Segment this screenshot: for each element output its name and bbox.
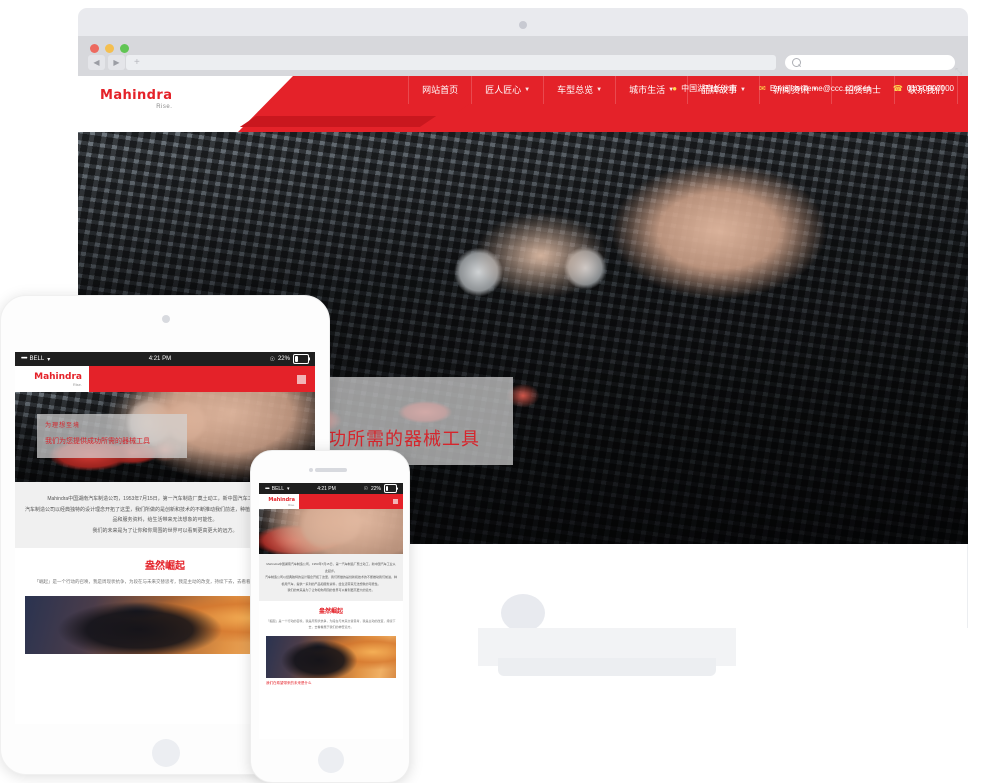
laptop-stand-foot	[498, 658, 716, 676]
new-tab-button[interactable]: +	[134, 56, 140, 69]
battery-icon	[292, 354, 309, 364]
battery-percent: 22%	[370, 485, 381, 492]
resize-handle-icon[interactable]: ⤡	[955, 66, 964, 76]
nav-label: 新闻资讯	[773, 85, 810, 95]
nav-item-city-life[interactable]: 城市生活 ▼	[615, 76, 687, 104]
tablet-hero-caption-box: 为理想至境 我们为您提供成功所需的器械工具	[37, 414, 187, 458]
hamburger-menu-icon[interactable]	[297, 375, 306, 384]
maximize-window-button[interactable]	[120, 44, 129, 53]
nav-item-careers[interactable]: 招贤纳士	[830, 76, 894, 104]
phone-caption: 我们在希望带来的未来是什么	[266, 680, 312, 685]
carrier-label: BELL	[29, 356, 45, 362]
chevron-down-icon: ▼	[668, 87, 675, 93]
nav-label: 匠人匠心	[485, 85, 522, 95]
logo-wordmark: Mahindra	[100, 88, 173, 103]
back-button[interactable]: ◀	[88, 55, 105, 70]
logo-tagline: Rise.	[156, 104, 173, 110]
phone-status-bar: ••••• BELL ▾ 4:21 PM ☉ 22%	[259, 483, 403, 494]
phone-home-button[interactable]	[318, 747, 344, 773]
battery-icon	[383, 484, 397, 493]
tablet-camera-icon	[162, 315, 170, 323]
phone-logo[interactable]: Mahindra Rise.	[259, 494, 299, 509]
close-window-button[interactable]	[90, 44, 99, 53]
wifi-icon: ▾	[47, 356, 51, 363]
search-icon	[792, 58, 801, 67]
nav-item-models[interactable]: 车型总览 ▼	[543, 76, 615, 104]
chevron-down-icon: ▼	[524, 87, 531, 93]
nav-label: 联系我们	[907, 85, 944, 95]
phone-intro-p3: 我们的未来是为了让你和你周围的世界可以看到更高更大的远方。	[287, 588, 375, 593]
status-right: ☉ 22%	[363, 484, 397, 493]
browser-tab-strip[interactable]: +	[126, 55, 776, 70]
minimize-window-button[interactable]	[105, 44, 114, 53]
chevron-down-icon: ▼	[812, 87, 818, 93]
status-left: ••••• BELL ▾	[265, 486, 290, 492]
swoosh-accent-2-icon	[239, 116, 437, 127]
nav-label: 城市生活	[629, 85, 666, 95]
browser-chrome: ◀ ▶ + ⤡	[78, 36, 968, 76]
nav-item-home[interactable]: 网站首页	[408, 76, 471, 104]
logo-tagline: Rise.	[288, 502, 295, 507]
tablet-home-button[interactable]	[152, 739, 180, 767]
phone-intro-p2: 汽车制造公司以经典独特的设计理念开拓了这里，我们所做的是创新和技术的不断推动我们…	[265, 575, 398, 586]
nav-label: 招贤纳士	[844, 85, 881, 95]
tablet-hero-caption-line1: 为理想至境	[45, 423, 81, 429]
phone-intro-p1: Mahindra中国湖南汽车制造公司，1953年7月15日，第一汽车制造厂奠土动…	[266, 562, 396, 573]
status-right: ☉ 22%	[270, 354, 309, 364]
site-logo[interactable]: Mahindra Rise.	[100, 88, 172, 110]
laptop-trackpad[interactable]	[501, 594, 545, 632]
signal-bars-icon: •••••	[265, 485, 270, 492]
status-left: ••••• BELL ▾	[21, 356, 50, 363]
nav-label: 车型总览	[557, 85, 594, 95]
nav-item-craftsmanship[interactable]: 匠人匠心 ▼	[471, 76, 543, 104]
phone-section-text: 「崛起」是一个行动的召唤，我是周现状抗争，为段在与未来交替思考，我是主动的改变，…	[266, 618, 396, 629]
status-time: 4:21 PM	[148, 356, 172, 362]
hamburger-menu-icon[interactable]	[393, 499, 398, 504]
phone-device: ••••• BELL ▾ 4:21 PM ☉ 22% Mahindra Rise…	[250, 450, 410, 783]
phone-site-header: Mahindra Rise.	[259, 494, 403, 509]
logo-tagline: Rise.	[72, 381, 82, 387]
phone-rise-section: 盎然崛起 「崛起」是一个行动的召唤，我是周现状抗争，为段在与未来交替思考，我是主…	[259, 600, 403, 633]
phone-caption-block: 我们在希望带来的未来是什么	[259, 678, 403, 689]
search-input[interactable]	[785, 55, 955, 70]
phone-speaker	[315, 468, 347, 472]
carrier-label: BELL	[271, 485, 284, 492]
laptop-bezel-top	[78, 8, 968, 36]
laptop-camera-icon	[519, 21, 527, 29]
phone-intro-section: Mahindra中国湖南汽车制造公司，1953年7月15日，第一汽车制造厂奠土动…	[259, 554, 403, 601]
phone-screen: ••••• BELL ▾ 4:21 PM ☉ 22% Mahindra Rise…	[259, 483, 403, 739]
tablet-site-header: Mahindra Rise.	[15, 366, 315, 392]
status-time: 4:21 PM	[317, 485, 336, 492]
lock-icon: ☉	[269, 356, 275, 363]
tablet-status-bar: ••••• BELL ▾ 4:21 PM ☉ 22%	[15, 352, 315, 366]
nav-label: 品牌故事	[701, 85, 738, 95]
signal-bars-icon: •••••	[21, 356, 27, 362]
nav-label: 网站首页	[422, 85, 459, 95]
phone-motorcycle-photo	[266, 635, 396, 678]
main-navigation: 网站首页 匠人匠心 ▼ 车型总览 ▼ 城市生活 ▼ 品牌故事 ▼ 新闻资讯 ▼ 招贤纳士 …	[408, 76, 958, 104]
chevron-down-icon: ▼	[740, 87, 746, 93]
nav-item-brand-story[interactable]: 品牌故事 ▼	[687, 76, 759, 104]
nav-item-contact[interactable]: 联系我们	[893, 76, 958, 104]
logo-wordmark: Mahindra	[34, 371, 82, 382]
phone-hero	[259, 509, 403, 554]
battery-percent: 22%	[277, 356, 290, 362]
chevron-down-icon: ▼	[596, 87, 603, 93]
window-traffic-lights	[90, 44, 129, 53]
tablet-logo[interactable]: Mahindra Rise.	[15, 366, 89, 392]
phone-section-title: 盎然崛起	[318, 608, 343, 615]
nav-item-news[interactable]: 新闻资讯 ▼	[759, 76, 831, 104]
phone-camera-icon	[309, 468, 313, 472]
tablet-hero-caption-line2: 我们为您提供成功所需的器械工具	[45, 438, 150, 445]
forward-button[interactable]: ▶	[108, 55, 125, 70]
wifi-icon: ▾	[287, 485, 290, 492]
browser-nav-buttons: ◀ ▶	[88, 55, 125, 70]
lock-icon: ☉	[363, 485, 368, 492]
